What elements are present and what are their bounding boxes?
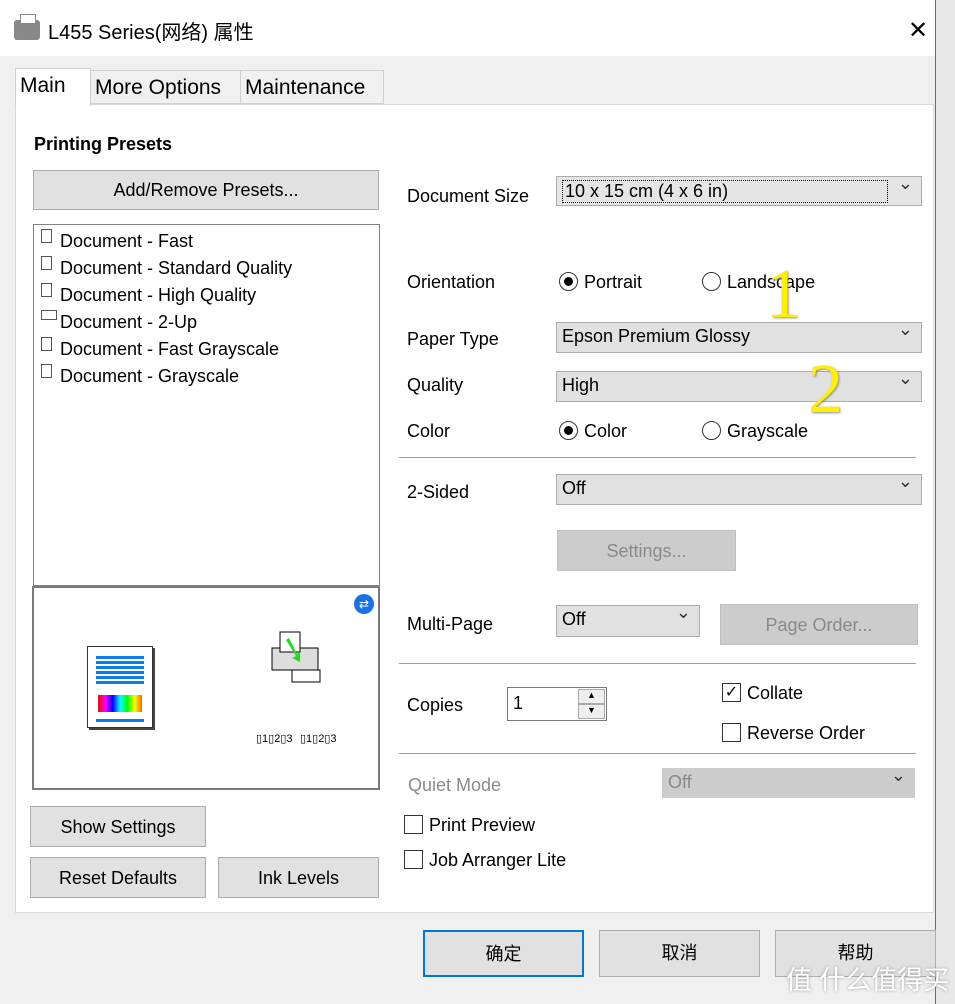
cancel-button[interactable]: 取消: [599, 930, 760, 977]
print-preview-area: ⇄ ▯1▯2▯3 ▯1▯2▯3: [32, 586, 380, 790]
presets-list[interactable]: Document - Fast Document - Standard Qual…: [33, 224, 380, 586]
multi-page-label: Multi-Page: [407, 614, 494, 634]
document-preview-icon: [87, 646, 153, 728]
orientation-label: Orientation: [407, 272, 496, 292]
list-item[interactable]: Document - Fast Grayscale: [60, 339, 279, 360]
landscape-radio[interactable]: [702, 272, 721, 291]
quiet-mode-label: Quiet Mode: [408, 775, 502, 795]
show-settings-button[interactable]: Show Settings: [30, 806, 206, 847]
print-preview-checkbox[interactable]: [404, 815, 423, 834]
grayscale-radio[interactable]: [702, 421, 721, 440]
quality-select[interactable]: High: [556, 368, 922, 402]
divider: [399, 663, 916, 664]
collate-checkbox[interactable]: ✓: [722, 683, 741, 702]
copies-label: Copies: [407, 695, 464, 715]
portrait-label[interactable]: Portrait: [584, 272, 642, 293]
add-remove-presets-button[interactable]: Add/Remove Presets...: [33, 170, 379, 210]
reset-defaults-button[interactable]: Reset Defaults: [30, 857, 206, 898]
printing-presets-heading: Printing Presets: [34, 134, 173, 154]
divider: [399, 457, 916, 458]
tab-main[interactable]: Main: [15, 68, 91, 106]
close-button[interactable]: ✕: [908, 16, 928, 45]
portrait-radio[interactable]: [559, 272, 578, 291]
tab-more-options[interactable]: More Options: [90, 70, 241, 104]
tab-maintenance[interactable]: Maintenance: [240, 70, 384, 104]
grayscale-label[interactable]: Grayscale: [727, 421, 808, 442]
swap-view-icon[interactable]: ⇄: [354, 594, 374, 614]
collate-pages-icon: ▯1▯2▯3: [256, 733, 293, 745]
page-order-button[interactable]: Page Order...: [720, 604, 918, 645]
two-sided-label: 2-Sided: [407, 482, 470, 502]
quality-label: Quality: [407, 375, 464, 395]
preset-icon: [41, 364, 52, 378]
list-item[interactable]: Document - Fast: [60, 231, 193, 252]
annotation-2: 2: [808, 351, 843, 428]
preset-icon: [41, 337, 52, 351]
quiet-mode-select[interactable]: Off: [662, 765, 915, 798]
printer-feed-icon: [270, 630, 324, 686]
copies-value: 1: [513, 693, 524, 713]
multi-page-select[interactable]: Off: [556, 602, 700, 637]
copies-down-button[interactable]: ▼: [578, 704, 605, 719]
printer-properties-dialog: L455 Series(网络) 属性 ✕ Main More Options M…: [0, 0, 936, 1004]
two-sided-select[interactable]: Off: [556, 471, 922, 505]
color-option-label[interactable]: Color: [584, 421, 627, 442]
paper-type-label: Paper Type: [407, 329, 499, 349]
document-size-value: 10 x 15 cm (4 x 6 in): [562, 180, 888, 203]
copies-up-button[interactable]: ▲: [578, 689, 605, 704]
reverse-order-label[interactable]: Reverse Order: [747, 723, 865, 744]
preset-icon: [41, 283, 52, 297]
document-size-select[interactable]: 10 x 15 cm (4 x 6 in): [556, 173, 922, 206]
list-item[interactable]: Document - Grayscale: [60, 366, 239, 387]
ok-button[interactable]: 确定: [423, 930, 584, 977]
title-bar: L455 Series(网络) 属性 ✕: [0, 0, 935, 56]
paper-type-select[interactable]: Epson Premium Glossy: [556, 319, 922, 353]
color-label: Color: [407, 421, 451, 441]
job-arranger-label[interactable]: Job Arranger Lite: [429, 850, 566, 871]
collate-label[interactable]: Collate: [747, 683, 803, 704]
window-title: L455 Series(网络) 属性: [48, 22, 254, 44]
reverse-order-checkbox[interactable]: [722, 723, 741, 742]
watermark: 值 什么值得买: [786, 965, 950, 995]
list-item[interactable]: Document - High Quality: [60, 285, 256, 306]
preset-icon: [41, 229, 52, 243]
divider: [399, 753, 916, 754]
two-sided-settings-button[interactable]: Settings...: [557, 530, 736, 571]
job-arranger-checkbox[interactable]: [404, 850, 423, 869]
collate-pages-icon: ▯1▯2▯3: [300, 733, 337, 745]
color-radio[interactable]: [559, 421, 578, 440]
list-item[interactable]: Document - Standard Quality: [60, 258, 292, 279]
document-size-label: Document Size: [407, 186, 530, 206]
print-preview-label[interactable]: Print Preview: [429, 815, 535, 836]
preset-icon: [41, 256, 52, 270]
printer-icon: [14, 14, 40, 40]
annotation-1: 1: [766, 256, 801, 333]
two-up-icon: [41, 310, 57, 320]
list-item[interactable]: Document - 2-Up: [60, 312, 197, 333]
ink-levels-button[interactable]: Ink Levels: [218, 857, 379, 898]
